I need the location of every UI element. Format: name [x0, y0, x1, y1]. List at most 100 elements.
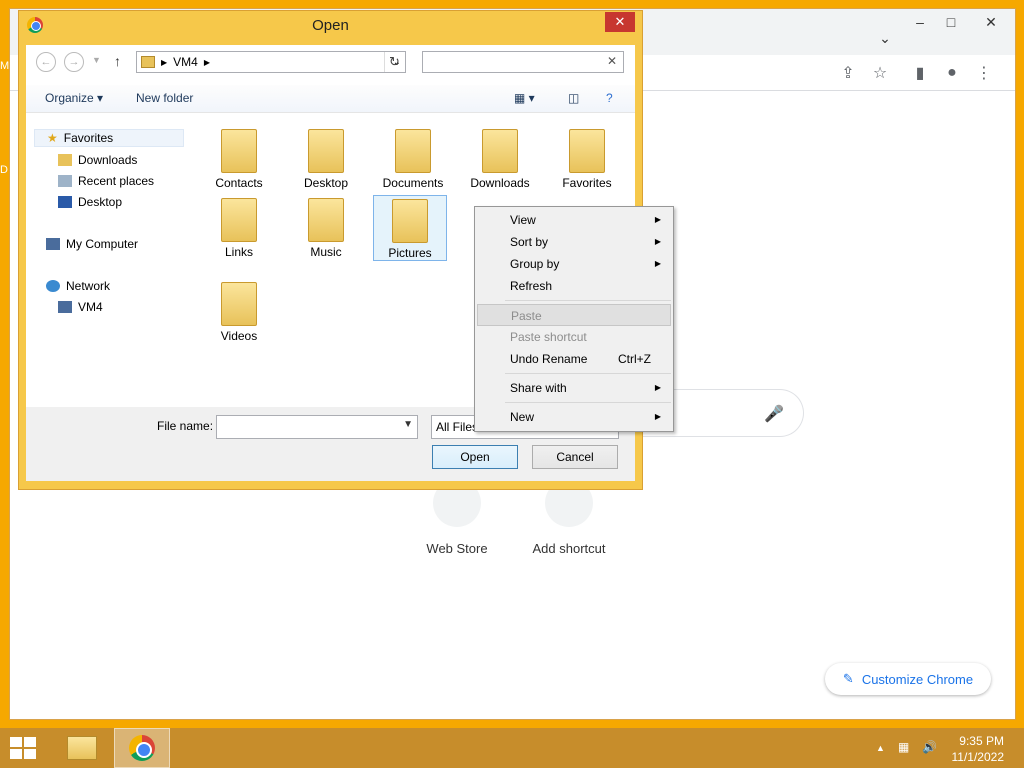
- folder-pictures[interactable]: Pictures: [373, 195, 447, 261]
- share-icon[interactable]: ⇪: [836, 61, 860, 85]
- forward-button[interactable]: →: [64, 52, 84, 72]
- breadcrumb-separator-icon: ▶: [203, 57, 210, 67]
- folder-downloads[interactable]: Downloads: [463, 129, 537, 190]
- view-options-icon[interactable]: ▦ ▾: [514, 91, 535, 105]
- shortcut-add[interactable]: Add shortcut: [514, 479, 624, 556]
- maximize-button[interactable]: □: [934, 9, 968, 35]
- file-name-input[interactable]: ▼: [216, 415, 418, 439]
- folder-contacts[interactable]: Contacts: [202, 129, 276, 190]
- network-icon: [46, 280, 60, 292]
- nav-network[interactable]: Network: [46, 279, 110, 293]
- customize-label: Customize Chrome: [861, 671, 974, 687]
- menu-item-paste[interactable]: Paste: [477, 304, 671, 326]
- folder-documents[interactable]: Documents: [376, 129, 450, 190]
- command-bar: Organize ▾ New folder ▦ ▾ ◫ ?: [26, 85, 635, 113]
- nav-recent-places[interactable]: Recent places: [58, 174, 154, 188]
- desktop-folder-icon: [308, 129, 344, 173]
- folder-music[interactable]: Music: [289, 198, 363, 259]
- windows-logo-icon: [10, 737, 22, 747]
- customize-chrome-button[interactable]: ✎ Customize Chrome: [825, 663, 991, 695]
- nav-vm4[interactable]: VM4: [58, 300, 103, 314]
- breadcrumb-separator-icon: ▶: [161, 57, 168, 67]
- system-clock[interactable]: 9:35 PM 11/1/2022: [952, 733, 1005, 765]
- taskbar-chrome[interactable]: [114, 728, 170, 768]
- windows-logo-icon: [10, 749, 22, 759]
- nav-favorites[interactable]: ★ Favorites: [34, 129, 184, 147]
- nav-my-computer[interactable]: My Computer: [46, 237, 138, 251]
- desktop-label-mid: D: [0, 164, 8, 176]
- recent-dropdown-icon[interactable]: ▼: [92, 55, 101, 65]
- chrome-icon: [129, 735, 155, 761]
- shortcut-web-store[interactable]: Web Store: [402, 479, 512, 556]
- cancel-button[interactable]: Cancel: [532, 445, 618, 469]
- refresh-button[interactable]: ↻: [384, 52, 404, 72]
- menu-item-paste-shortcut[interactable]: Paste shortcut: [477, 326, 671, 348]
- pencil-icon: ✎: [842, 671, 854, 686]
- organize-button[interactable]: Organize ▾: [45, 91, 103, 105]
- dialog-close-button[interactable]: ✕: [605, 12, 635, 32]
- music-folder-icon: [308, 198, 344, 242]
- computer-icon: [58, 301, 72, 313]
- downloads-folder-icon: [58, 154, 72, 166]
- clear-search-icon[interactable]: ✕: [607, 54, 617, 68]
- folder-videos[interactable]: Videos: [202, 282, 276, 343]
- menu-separator: [505, 402, 671, 403]
- desktop-icon: [58, 196, 72, 208]
- address-bar[interactable]: ▶ VM4 ▶ ⌄: [136, 51, 406, 73]
- submenu-arrow-icon: ▶: [654, 412, 661, 421]
- menu-item-undo-rename[interactable]: Undo Rename Ctrl+Z: [477, 348, 671, 370]
- side-panel-icon[interactable]: ▮: [908, 61, 932, 85]
- file-name-label: File name:: [157, 419, 214, 433]
- open-button[interactable]: Open: [432, 445, 518, 469]
- star-icon[interactable]: ☆: [868, 61, 892, 85]
- help-icon[interactable]: ?: [606, 91, 613, 105]
- volume-icon[interactable]: 🔊: [922, 740, 937, 754]
- menu-item-sort-by[interactable]: Sort by ▶: [477, 231, 671, 253]
- clock-time: 9:35 PM: [959, 734, 1004, 748]
- profile-icon[interactable]: ●: [940, 61, 964, 85]
- menu-item-refresh[interactable]: Refresh: [477, 275, 671, 297]
- menu-item-new[interactable]: New ▶: [477, 406, 671, 428]
- shortcut-label: Web Store: [426, 541, 488, 556]
- breadcrumb-vm4[interactable]: VM4: [173, 55, 198, 69]
- submenu-arrow-icon: ▶: [654, 237, 661, 246]
- menu-item-share-with[interactable]: Share with ▶: [477, 377, 671, 399]
- menu-icon[interactable]: ⋮: [972, 61, 996, 85]
- mic-icon[interactable]: 🎤: [764, 404, 784, 424]
- menu-item-view[interactable]: View ▶: [477, 209, 671, 231]
- nav-downloads[interactable]: Downloads: [58, 153, 137, 167]
- taskbar: ▲ ▦ 🔊 9:35 PM 11/1/2022: [0, 728, 1024, 768]
- recent-places-icon: [58, 175, 72, 187]
- clock-date: 11/1/2022: [951, 750, 1005, 764]
- folder-desktop[interactable]: Desktop: [289, 129, 363, 190]
- start-button[interactable]: [10, 737, 38, 761]
- network-tray-icon[interactable]: ▦: [898, 740, 909, 754]
- chevron-down-icon[interactable]: ▼: [403, 419, 413, 430]
- up-button[interactable]: ↑: [114, 53, 121, 69]
- tab-search-button[interactable]: ⌄: [868, 25, 902, 51]
- taskbar-file-explorer[interactable]: [54, 728, 110, 768]
- minimize-button[interactable]: –: [903, 9, 937, 35]
- menu-item-group-by[interactable]: Group by ▶: [477, 253, 671, 275]
- submenu-arrow-icon: ▶: [654, 383, 661, 392]
- new-folder-button[interactable]: New folder: [136, 91, 193, 105]
- preview-pane-icon[interactable]: ◫: [568, 91, 579, 105]
- back-button[interactable]: ←: [36, 52, 56, 72]
- undo-shortcut-key: Ctrl+Z: [618, 352, 651, 366]
- close-window-button[interactable]: ✕: [970, 9, 1012, 35]
- nav-desktop[interactable]: Desktop: [58, 195, 122, 209]
- star-icon: ★: [47, 131, 58, 145]
- menu-separator: [505, 373, 671, 374]
- address-row: ← → ▼ ↑ ▶ VM4 ▶ ⌄ ↻ ✕: [26, 45, 635, 81]
- shortcut-label: Add shortcut: [532, 541, 606, 556]
- folder-links[interactable]: Links: [202, 198, 276, 259]
- windows-logo-icon: [24, 737, 36, 747]
- search-field[interactable]: ✕: [422, 51, 624, 73]
- favorites-folder-icon: [569, 129, 605, 173]
- downloads-folder-icon: [482, 129, 518, 173]
- computer-icon: [46, 238, 60, 250]
- show-hidden-icons[interactable]: ▲: [876, 743, 885, 753]
- file-explorer-icon: [67, 736, 97, 760]
- folder-favorites[interactable]: Favorites: [550, 129, 624, 190]
- windows-logo-icon: [24, 749, 36, 759]
